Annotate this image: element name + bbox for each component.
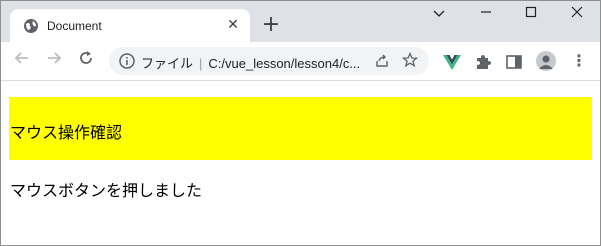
address-url: C:/vue_lesson/lesson4/c... (208, 56, 361, 71)
chevron-down-icon[interactable] (429, 5, 449, 25)
vue-devtools-icon[interactable] (442, 52, 462, 72)
bookmark-star-icon[interactable] (401, 51, 419, 70)
minimize-icon[interactable] (476, 5, 496, 25)
browser-toolbar: ファイル | C:/vue_lesson/lesson4/c... ⋮ (1, 42, 600, 81)
mouse-target-label: マウス操作確認 (10, 123, 123, 142)
new-tab-icon[interactable]: + (261, 14, 281, 36)
browser-window: Document ✕ + ファイル | C:/vue_lesson/lesson… (0, 0, 601, 246)
tab-close-icon[interactable]: ✕ (224, 16, 242, 34)
mouse-target-box[interactable]: マウス操作確認 (9, 97, 592, 160)
address-separator: | (199, 56, 203, 71)
side-panel-icon[interactable] (504, 52, 524, 72)
reload-icon[interactable] (75, 50, 97, 72)
tab-strip: Document ✕ + (1, 1, 600, 42)
globe-icon (23, 18, 39, 34)
address-scheme-label: ファイル (141, 56, 194, 71)
page-content: マウス操作確認 マウスボタンを押しました (1, 81, 600, 245)
back-icon[interactable] (11, 50, 33, 72)
tab-document[interactable]: Document ✕ (10, 9, 250, 42)
forward-icon[interactable] (43, 50, 65, 72)
menu-kebab-icon[interactable]: ⋮ (569, 51, 589, 71)
share-icon[interactable] (373, 52, 391, 70)
mouse-result-message: マウスボタンを押しました (10, 181, 203, 200)
extensions-puzzle-icon[interactable] (473, 52, 493, 72)
info-icon[interactable] (118, 52, 136, 70)
window-close-icon[interactable] (567, 5, 587, 25)
profile-avatar-icon[interactable] (536, 51, 556, 71)
address-bar[interactable]: ファイル | C:/vue_lesson/lesson4/c... (109, 47, 429, 75)
tab-title: Document (47, 19, 102, 33)
maximize-icon[interactable] (521, 5, 541, 25)
